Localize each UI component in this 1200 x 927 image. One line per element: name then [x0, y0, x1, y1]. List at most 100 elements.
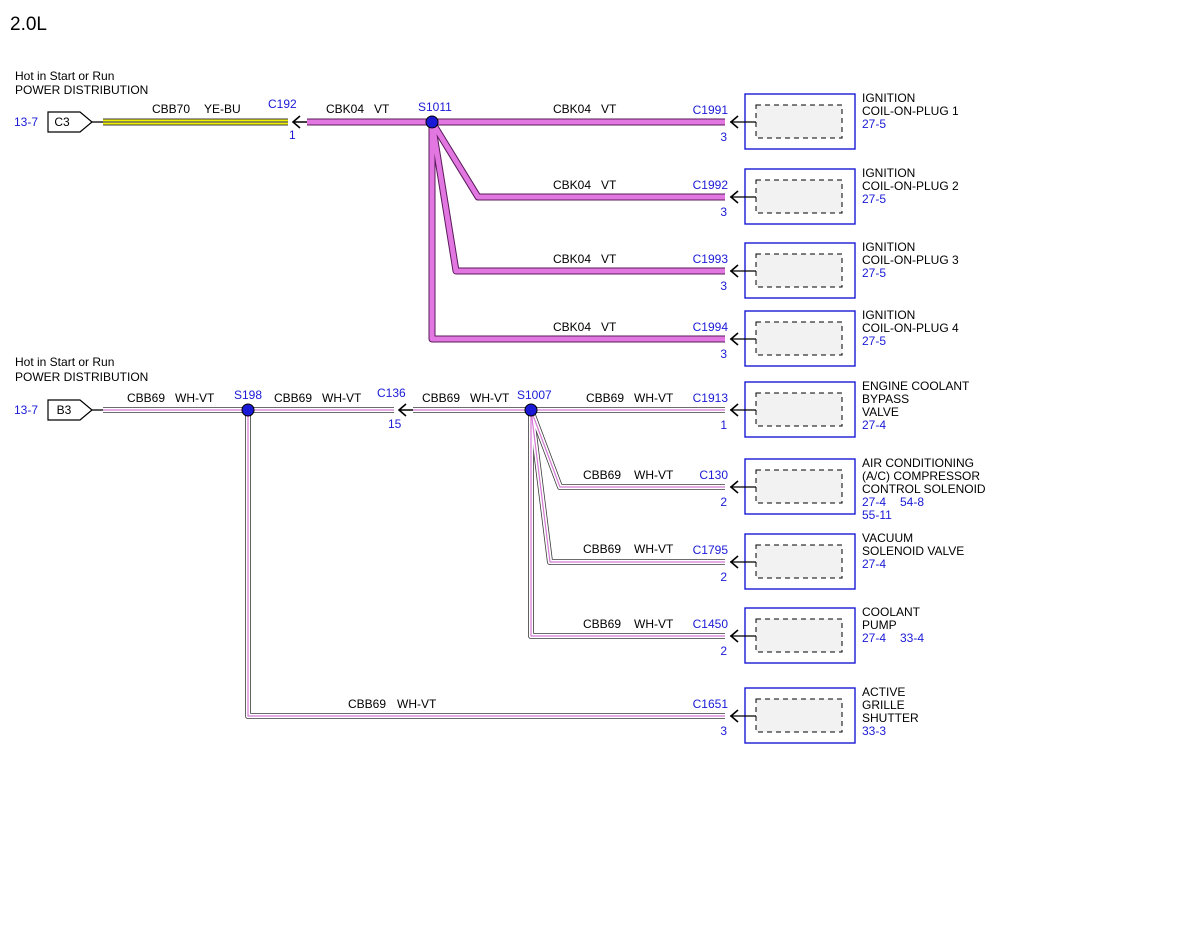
component-inner-box: [755, 392, 843, 427]
s1007-dot: [524, 403, 538, 417]
component-name-line: ENGINE COOLANT: [862, 379, 970, 393]
wire-label-cbb69-h: CBB69: [348, 697, 386, 711]
component-page-ref[interactable]: 33-3: [862, 724, 886, 738]
component-name-line: IGNITION: [862, 91, 915, 105]
s1007-label[interactable]: S1007: [517, 388, 552, 402]
component-c130: C130 2 AIR CONDITIONING(A/C) COMPRESSORCON…: [699, 456, 986, 522]
component-page-ref[interactable]: 27-5: [862, 117, 886, 131]
c136-pin: 15: [388, 417, 402, 431]
source-b3-line2: POWER DISTRIBUTION: [15, 370, 148, 384]
wire-cbk04: [307, 118, 725, 343]
wire-color-cbb69-a: WH-VT: [175, 391, 215, 405]
wire-label-cbb69-g: CBB69: [583, 617, 621, 631]
wire-color-cbb69-e: WH-VT: [634, 468, 674, 482]
wire-label-cbb69-b: CBB69: [274, 391, 312, 405]
component-c1993: C1993 3 IGNITIONCOIL-ON-PLUG 327-5: [693, 240, 959, 299]
source-c3-line1: Hot in Start or Run: [15, 69, 114, 83]
wire-label-cbk04-1: CBK04: [553, 102, 591, 116]
wire-color-cbb69-f: WH-VT: [634, 542, 674, 556]
component-inner-box: [755, 698, 843, 733]
component-page-ref[interactable]: 27-5: [862, 192, 886, 206]
component-c1450: C1450 2 COOLANTPUMP27-4 33-4: [693, 605, 924, 664]
component-inner-box: [755, 469, 843, 504]
component-name-line: IGNITION: [862, 308, 915, 322]
component-page-ref[interactable]: 27-4: [862, 631, 886, 645]
source-c3-ref[interactable]: 13-7: [14, 115, 38, 129]
component-connector-label[interactable]: C1994: [693, 320, 729, 334]
source-b3-line1: Hot in Start or Run: [15, 355, 114, 369]
c136-arrow-icon: [397, 403, 413, 417]
component-page-ref[interactable]: 27-4: [862, 418, 886, 432]
component-pin-label: 3: [720, 347, 727, 361]
component-page-ref[interactable]: 27-4: [862, 495, 886, 509]
wire-color-cbb69-b: WH-VT: [322, 391, 362, 405]
wire-labels: CBB70 YE-BU CBK04 VT CBK04 VT CBK04 VT C…: [127, 102, 674, 711]
component-connector-label[interactable]: C1795: [693, 543, 729, 557]
diagram-title: 2.0L: [10, 14, 47, 35]
component-connector-label[interactable]: C1991: [693, 103, 729, 117]
c192-arrow-icon: [291, 115, 307, 129]
wire-color-cbb69-c: WH-VT: [470, 391, 510, 405]
wire-color-cbk04-3: VT: [601, 252, 617, 266]
wire-label-cbk04-4: CBK04: [553, 320, 591, 334]
wiring-diagram: 2.0L Hot in Start or Run POWER DISTRIBUT…: [10, 14, 986, 744]
wire-color-cbb69-g: WH-VT: [634, 617, 674, 631]
component-name-line: IGNITION: [862, 166, 915, 180]
component-page-ref[interactable]: 27-4: [862, 557, 886, 571]
component-c1795: C1795 2 VACUUMSOLENOID VALVE27-4: [693, 531, 964, 590]
component-name-line: (A/C) COMPRESSOR: [862, 469, 980, 483]
component-connector-label[interactable]: C1992: [693, 178, 729, 192]
wire-label-cbb69-a: CBB69: [127, 391, 165, 405]
component-c1994: C1994 3 IGNITIONCOIL-ON-PLUG 427-5: [693, 308, 959, 367]
component-page-ref[interactable]: 33-4: [900, 631, 924, 645]
component-connector-label[interactable]: C130: [699, 468, 728, 482]
component-name-line: COIL-ON-PLUG 1: [862, 104, 959, 118]
wire-label-cbb69-d: CBB69: [586, 391, 624, 405]
component-c1651: C1651 3 ACTIVEGRILLESHUTTER33-3: [693, 685, 919, 744]
component-name-line: AIR CONDITIONING: [862, 456, 974, 470]
component-inner-box: [755, 179, 843, 214]
source-c3-line2: POWER DISTRIBUTION: [15, 83, 148, 97]
component-pin-label: 1: [720, 418, 727, 432]
c192-label[interactable]: C192: [268, 97, 297, 111]
component-page-ref[interactable]: 55-11: [862, 508, 892, 522]
component-inner-box: [755, 544, 843, 579]
wire-label-cbk04-3: CBK04: [553, 252, 591, 266]
component-connector-label[interactable]: C1450: [693, 617, 729, 631]
component-pin-label: 3: [720, 724, 727, 738]
s1011-label[interactable]: S1011: [418, 100, 452, 114]
s198-label[interactable]: S198: [234, 388, 262, 402]
component-connector-label[interactable]: C1651: [693, 697, 729, 711]
component-page-ref[interactable]: 54-8: [900, 495, 924, 509]
component-name-line: VACUUM: [862, 531, 913, 545]
terminal-b3-label: B3: [57, 403, 72, 417]
component-connector-label[interactable]: C1913: [693, 391, 729, 405]
wire-color-cbb70: YE-BU: [204, 102, 241, 116]
component-pin-label: 3: [720, 130, 727, 144]
component-list: C19913IGNITIONCOIL-ON-PLUG 127-5C19923IG…: [693, 91, 986, 744]
wire-cbb69: [103, 407, 725, 719]
component-name-line: PUMP: [862, 618, 897, 632]
component-name-line: VALVE: [862, 405, 899, 419]
component-name-line: COOLANT: [862, 605, 921, 619]
component-name-line: COIL-ON-PLUG 4: [862, 321, 959, 335]
component-c1992: C1992 3 IGNITIONCOIL-ON-PLUG 227-5: [693, 166, 959, 225]
component-connector-label[interactable]: C1993: [693, 252, 729, 266]
wire-label-cbk04-2: CBK04: [553, 178, 591, 192]
wire-label-cbb69-e: CBB69: [583, 468, 621, 482]
component-name-line: IGNITION: [862, 240, 915, 254]
component-pin-label: 2: [720, 495, 727, 509]
component-page-ref[interactable]: 27-5: [862, 334, 886, 348]
component-name-line: COIL-ON-PLUG 3: [862, 253, 959, 267]
component-page-ref[interactable]: 27-5: [862, 266, 886, 280]
wire-color-cbb69-d: WH-VT: [634, 391, 674, 405]
wire-label-cbb69-c: CBB69: [422, 391, 460, 405]
component-inner-box: [755, 321, 843, 356]
component-name-line: SHUTTER: [862, 711, 919, 725]
component-pin-label: 2: [720, 644, 727, 658]
c136-label[interactable]: C136: [377, 386, 406, 400]
component-pin-label: 3: [720, 205, 727, 219]
source-b3-ref[interactable]: 13-7: [14, 403, 38, 417]
s198-dot: [241, 403, 255, 417]
component-pin-label: 3: [720, 279, 727, 293]
